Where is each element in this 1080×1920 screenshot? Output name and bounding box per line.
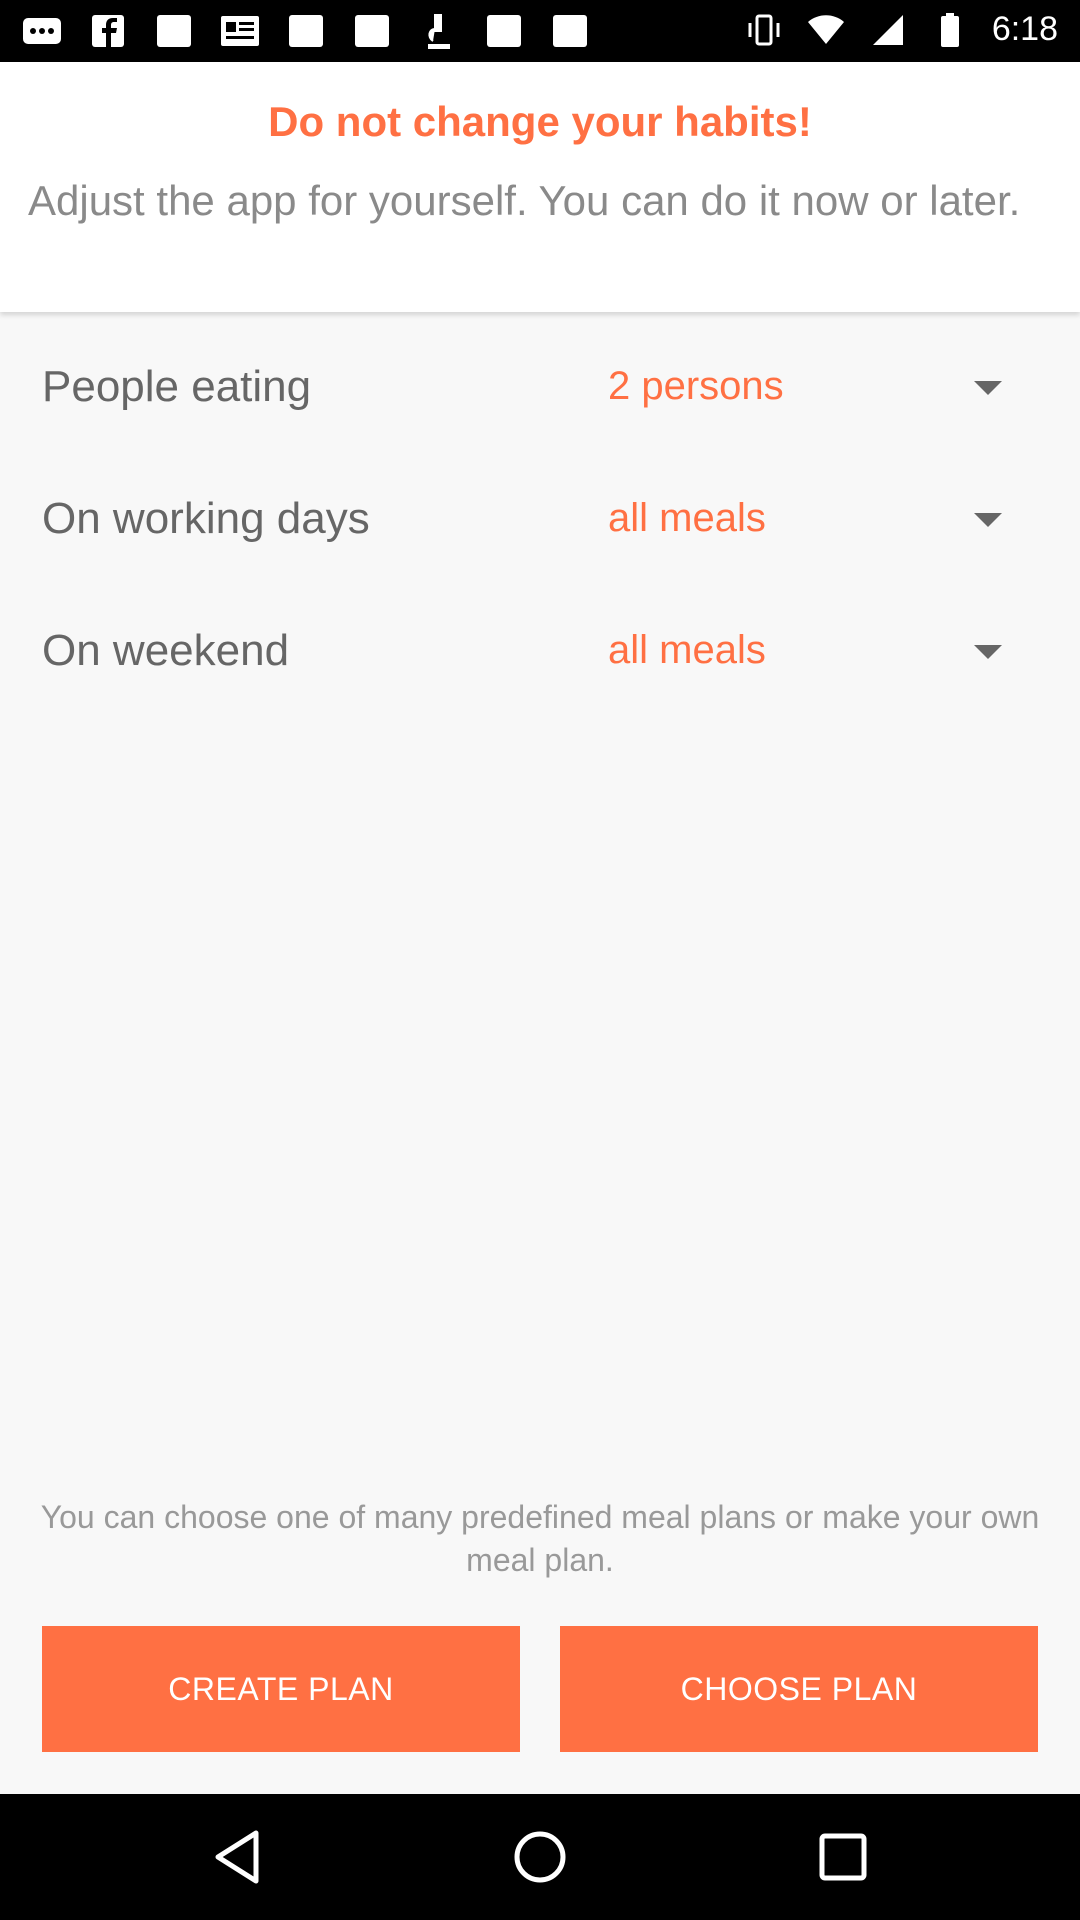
- dropdown-arrow-icon: [968, 508, 1008, 532]
- setting-row-working-days: On working days all meals: [0, 470, 1080, 570]
- page-title: Do not change your habits!: [268, 98, 812, 145]
- intro-header: Do not change your habits! Adjust the ap…: [0, 62, 1080, 312]
- weekend-dropdown[interactable]: all meals: [608, 622, 1008, 684]
- signal-icon: [868, 13, 908, 47]
- square-icon: [286, 14, 326, 48]
- people-eating-dropdown[interactable]: 2 persons: [608, 358, 1008, 420]
- setting-row-weekend: On weekend all meals: [0, 602, 1080, 702]
- working-days-value: all meals: [608, 496, 766, 540]
- microscope-icon: [418, 14, 458, 49]
- wifi-icon: [806, 13, 846, 47]
- back-icon[interactable]: [204, 1824, 270, 1890]
- recent-apps-icon[interactable]: [810, 1824, 876, 1890]
- square-icon: [484, 14, 524, 48]
- navigation-bar: [0, 1794, 1080, 1920]
- working-days-dropdown[interactable]: all meals: [608, 490, 1008, 552]
- weekend-label: On weekend: [42, 626, 290, 675]
- setting-row-people-eating: People eating 2 persons: [0, 338, 1080, 438]
- status-time: 6:18: [991, 10, 1058, 48]
- square-icon: [154, 14, 194, 48]
- square-icon: [352, 14, 392, 48]
- create-plan-button[interactable]: CREATE PLAN: [42, 1626, 520, 1752]
- working-days-label: On working days: [42, 494, 370, 543]
- square-icon: [550, 14, 590, 48]
- page-subtitle: Adjust the app for yourself. You can do …: [28, 177, 1021, 224]
- people-eating-label: People eating: [42, 362, 312, 411]
- weekend-value: all meals: [608, 628, 766, 672]
- facebook-icon: [88, 14, 128, 48]
- vibrate-icon: [744, 13, 784, 47]
- news-icon: [220, 14, 260, 48]
- meal-plan-info: You can choose one of many predefined me…: [40, 1499, 1040, 1578]
- more-icon: [22, 14, 62, 48]
- dropdown-arrow-icon: [968, 376, 1008, 400]
- status-bar: 6:18: [0, 0, 1080, 62]
- battery-icon: [930, 12, 970, 47]
- people-eating-value: 2 persons: [608, 364, 784, 408]
- dropdown-arrow-icon: [968, 640, 1008, 664]
- choose-plan-button[interactable]: CHOOSE PLAN: [560, 1626, 1038, 1752]
- home-icon[interactable]: [507, 1824, 573, 1890]
